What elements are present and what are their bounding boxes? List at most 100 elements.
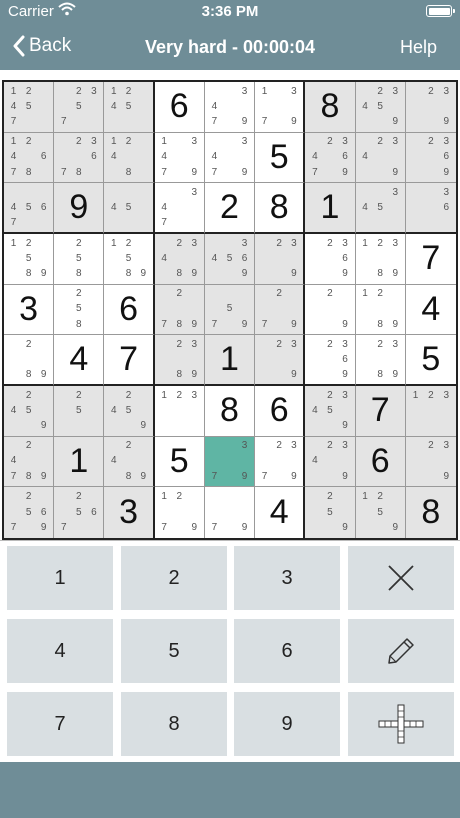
sudoku-cell-r7-c3[interactable]: 2459	[104, 386, 155, 437]
sudoku-cell-r2-c2[interactable]: 23 6 78	[54, 132, 105, 184]
sudoku-cell-r1-c3[interactable]: 1245	[104, 82, 155, 133]
sudoku-cell-r4-c2[interactable]: 2 5 8	[54, 234, 105, 285]
digit-6-button[interactable]: 6	[234, 619, 340, 683]
sudoku-cell-r6-c4[interactable]: 23 89	[154, 335, 205, 386]
sudoku-cell-r3-c5[interactable]: 2	[204, 183, 256, 234]
sudoku-cell-r9-c5[interactable]: 79	[205, 487, 256, 538]
sudoku-cell-r4-c8[interactable]: 123 89	[355, 234, 406, 285]
sudoku-cell-r5-c8[interactable]: 12 89	[355, 284, 406, 336]
sudoku-cell-r3-c1[interactable]: 456 7	[4, 183, 55, 234]
sudoku-cell-r8-c7[interactable]: 23 4 9	[305, 436, 356, 488]
sudoku-cell-r7-c4[interactable]: 123	[154, 386, 205, 437]
sudoku-cell-r1-c2[interactable]: 2357	[54, 82, 105, 133]
sudoku-cell-r1-c6[interactable]: 1 3 7 9	[255, 82, 306, 133]
sudoku-cell-r5-c5[interactable]: 57 9	[204, 284, 256, 336]
digit-8-button[interactable]: 8	[121, 692, 227, 756]
sudoku-cell-r7-c2[interactable]: 25	[54, 386, 105, 437]
sudoku-cell-r9-c2[interactable]: 2 56 7	[54, 487, 105, 538]
sudoku-cell-r8-c8[interactable]: 6	[355, 436, 406, 488]
sudoku-cell-r5-c1[interactable]: 3	[4, 284, 55, 336]
sudoku-cell-r4-c9[interactable]: 7	[405, 234, 456, 285]
sudoku-cell-r2-c1[interactable]: 124 6 78	[4, 132, 55, 184]
sudoku-cell-r4-c4[interactable]: 23 489	[154, 234, 205, 285]
note-empty	[71, 418, 86, 433]
sudoku-cell-r9-c6[interactable]: 4	[255, 487, 306, 538]
sudoku-cell-r1-c5[interactable]: 3 4 7 9	[204, 82, 256, 133]
sudoku-cell-r6-c5[interactable]: 1	[204, 335, 256, 386]
sudoku-cell-r2-c5[interactable]: 3 4 7 9	[204, 132, 256, 184]
clear-button[interactable]	[348, 546, 454, 610]
sudoku-cell-r8-c6[interactable]: 23 7 9	[255, 436, 306, 488]
sudoku-cell-r9-c7[interactable]: 2 59	[305, 487, 356, 538]
sudoku-cell-r6-c3[interactable]: 7	[104, 335, 155, 386]
sudoku-cell-r1-c7[interactable]: 8	[305, 82, 356, 133]
sudoku-cell-r6-c6[interactable]: 23 9	[255, 335, 306, 386]
sudoku-cell-r8-c2[interactable]: 1	[54, 436, 105, 488]
sudoku-cell-r8-c5[interactable]: 3 7 9	[204, 436, 256, 488]
sudoku-cell-r8-c3[interactable]: 2489	[104, 436, 155, 488]
sudoku-cell-r5-c9[interactable]: 4	[405, 285, 456, 336]
sudoku-cell-r6-c9[interactable]: 5	[405, 335, 456, 386]
sudoku-cell-r3-c9[interactable]: 36	[405, 183, 456, 234]
sudoku-cell-r7-c5[interactable]: 8	[204, 386, 256, 437]
sudoku-cell-r6-c1[interactable]: 2 89	[4, 335, 55, 386]
sudoku-cell-r9-c3[interactable]: 3	[104, 487, 155, 538]
notes-button[interactable]	[348, 619, 454, 683]
note-empty	[86, 236, 101, 251]
sudoku-cell-r5-c3[interactable]: 6	[104, 284, 155, 336]
note-empty	[307, 317, 322, 332]
sudoku-cell-r2-c8[interactable]: 23 4 9	[355, 132, 406, 184]
digit-7-button[interactable]: 7	[7, 692, 113, 756]
sudoku-cell-r3-c2[interactable]: 9	[54, 183, 105, 234]
sudoku-cell-r1-c4[interactable]: 6	[154, 82, 205, 133]
sudoku-cell-r4-c3[interactable]: 12 5 89	[104, 234, 155, 285]
digit-3-button[interactable]: 3	[234, 546, 340, 610]
sudoku-cell-r6-c2[interactable]: 4	[54, 335, 105, 386]
sudoku-cell-r7-c7[interactable]: 23 459	[305, 386, 356, 437]
sudoku-cell-r1-c8[interactable]: 23 459	[355, 82, 406, 133]
help-button[interactable]: Help	[400, 37, 437, 58]
sudoku-cell-r7-c9[interactable]: 123	[405, 386, 456, 437]
sudoku-cell-r4-c1[interactable]: 12 5 89	[4, 234, 55, 285]
sudoku-cell-r3-c4[interactable]: 3 4 7	[154, 183, 205, 234]
sudoku-cell-r4-c7[interactable]: 23 6 9	[305, 234, 356, 285]
sudoku-cell-r6-c7[interactable]: 23 6 9	[305, 335, 356, 386]
sudoku-cell-r9-c9[interactable]: 8	[405, 487, 456, 538]
note-empty	[207, 266, 222, 281]
digit-5-button[interactable]: 5	[121, 619, 227, 683]
sudoku-cell-r3-c6[interactable]: 8	[255, 183, 306, 234]
sudoku-cell-r4-c5[interactable]: 3 456 9	[204, 234, 256, 285]
sudoku-cell-r9-c4[interactable]: 12 7 9	[155, 487, 205, 538]
sudoku-cell-r4-c6[interactable]: 23 9	[255, 234, 306, 285]
sudoku-cell-r2-c6[interactable]: 5	[255, 132, 306, 184]
sudoku-cell-r8-c1[interactable]: 24 789	[4, 436, 55, 488]
sudoku-cell-r9-c1[interactable]: 2 56 7 9	[4, 487, 55, 538]
sudoku-cell-r8-c4[interactable]: 5	[154, 436, 205, 488]
highlight-button[interactable]	[348, 692, 454, 756]
sudoku-cell-r5-c7[interactable]: 29	[305, 284, 356, 336]
sudoku-cell-r6-c8[interactable]: 23 89	[355, 335, 406, 386]
digit-4-button[interactable]: 4	[7, 619, 113, 683]
sudoku-cell-r2-c3[interactable]: 1248	[104, 132, 155, 184]
sudoku-cell-r2-c4[interactable]: 1 3 4 7 9	[154, 132, 205, 184]
back-button[interactable]: Back	[12, 35, 71, 57]
sudoku-cell-r9-c8[interactable]: 12 59	[355, 487, 406, 538]
sudoku-cell-r3-c7[interactable]: 1	[305, 183, 356, 234]
sudoku-cell-r3-c3[interactable]: 45	[104, 183, 155, 234]
sudoku-cell-r2-c7[interactable]: 23 4 6 7 9	[305, 132, 356, 184]
sudoku-cell-r5-c2[interactable]: 2 5 8	[54, 284, 105, 336]
digit-9-button[interactable]: 9	[234, 692, 340, 756]
sudoku-cell-r7-c6[interactable]: 6	[255, 386, 306, 437]
sudoku-cell-r8-c9[interactable]: 23 9	[405, 436, 456, 488]
sudoku-cell-r5-c6[interactable]: 2 7 9	[255, 284, 306, 336]
sudoku-cell-r1-c9[interactable]: 23 9	[405, 82, 456, 133]
sudoku-cell-r5-c4[interactable]: 2 789	[154, 284, 205, 336]
note-empty	[337, 302, 352, 317]
sudoku-cell-r1-c1[interactable]: 12457	[4, 82, 55, 133]
digit-2-button[interactable]: 2	[121, 546, 227, 610]
sudoku-cell-r7-c8[interactable]: 7	[355, 386, 406, 437]
digit-1-button[interactable]: 1	[7, 546, 113, 610]
sudoku-cell-r2-c9[interactable]: 23 6 9	[405, 132, 456, 184]
sudoku-cell-r7-c1[interactable]: 2459	[4, 386, 55, 437]
sudoku-cell-r3-c8[interactable]: 3 45	[355, 183, 406, 234]
